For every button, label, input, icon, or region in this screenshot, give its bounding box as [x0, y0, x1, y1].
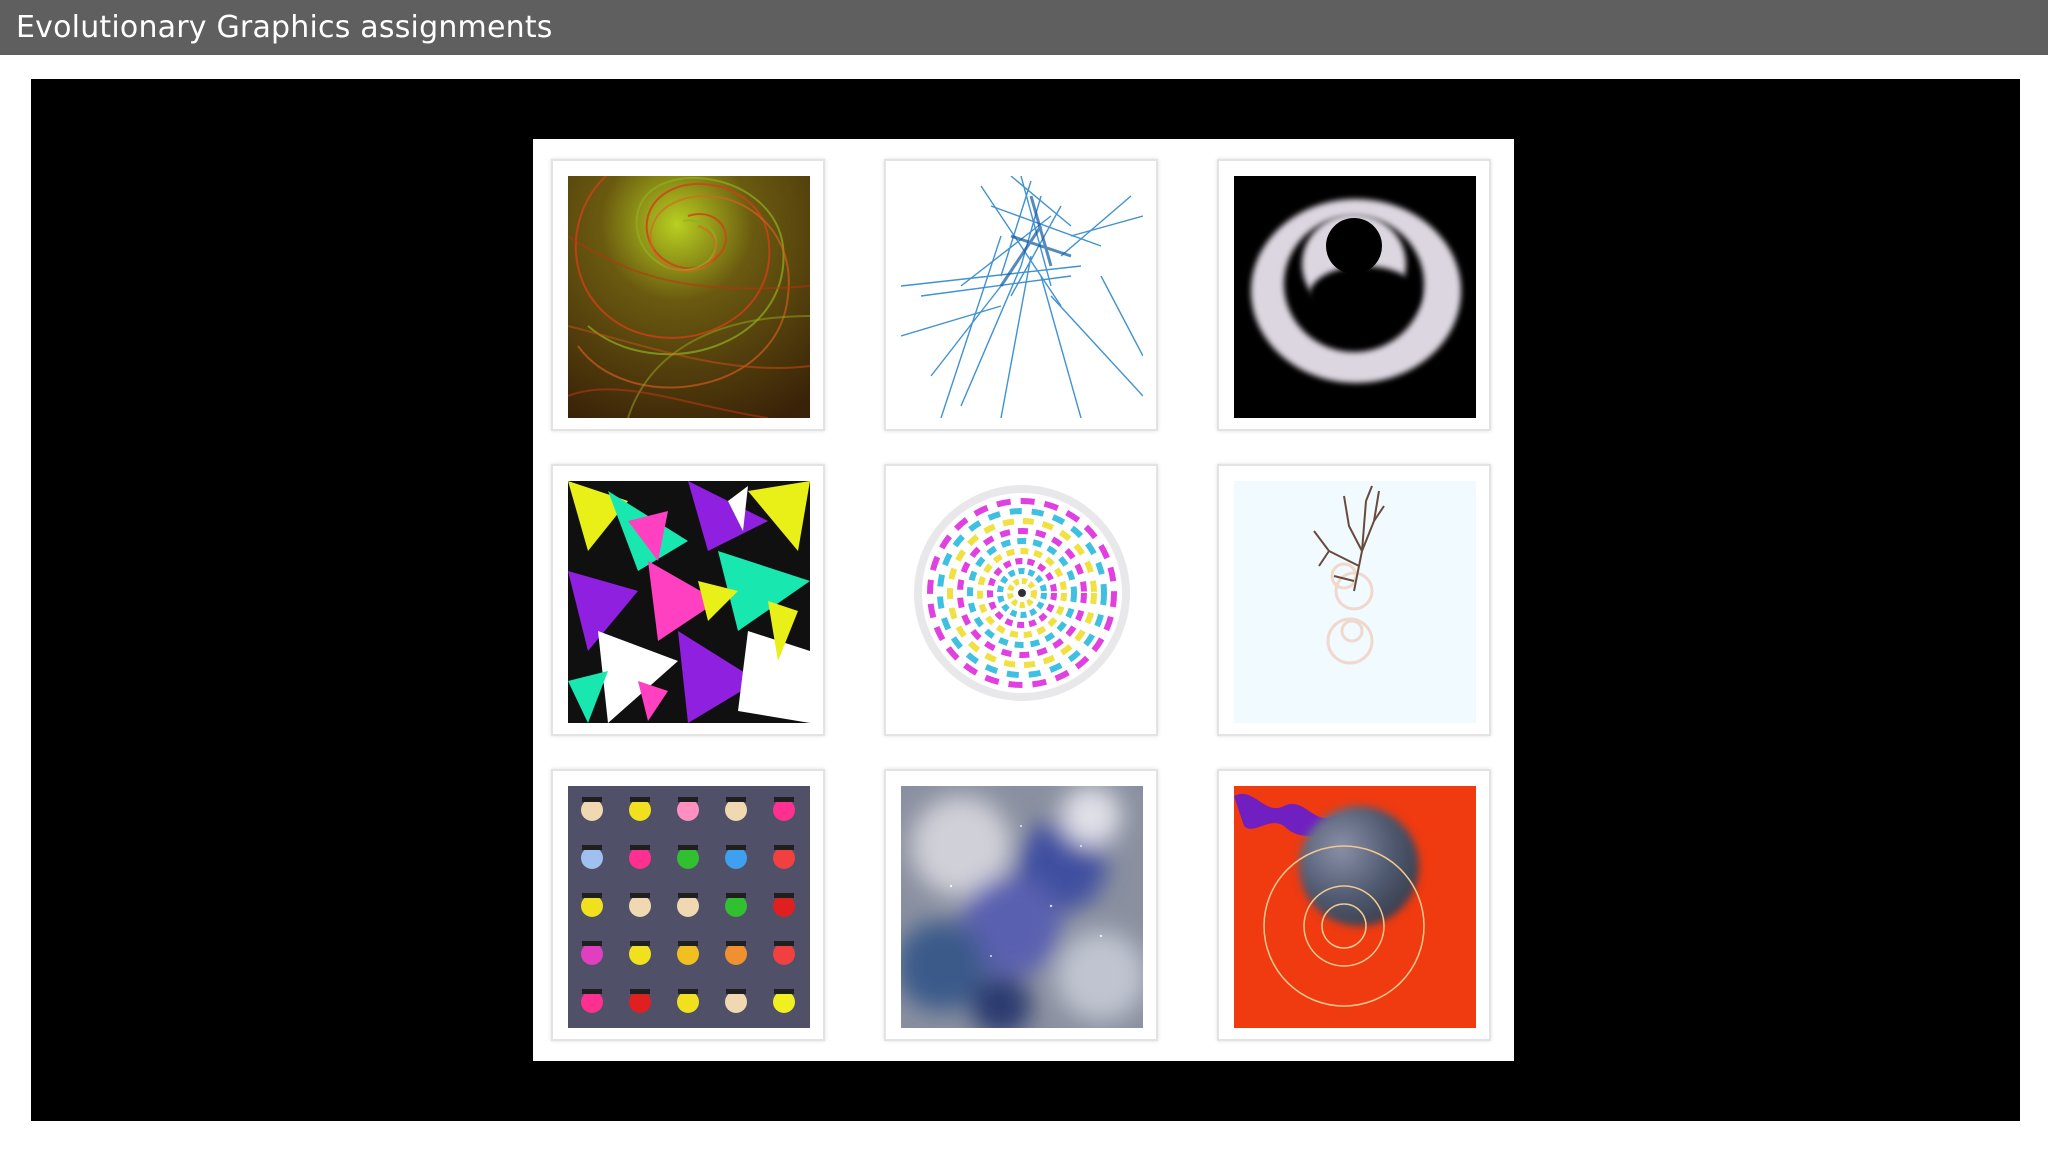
- slide-title: Evolutionary Graphics assignments: [16, 10, 553, 45]
- gallery-item-fuzzy-rings[interactable]: [1217, 159, 1491, 431]
- slide-canvas: [31, 79, 2020, 1121]
- blue-strokes-image: [901, 176, 1143, 418]
- gallery-item-blue-strokes[interactable]: [884, 159, 1158, 431]
- nebula-clouds-image: [901, 786, 1143, 1028]
- spiral-mesh-image: [568, 176, 810, 418]
- gallery-item-neon-shards[interactable]: [551, 464, 825, 736]
- gallery-board: [533, 139, 1514, 1061]
- neon-shards-image: [568, 481, 810, 723]
- gallery-item-rainbow-swirl[interactable]: [884, 464, 1158, 736]
- gallery-item-orange-orb[interactable]: [1217, 769, 1491, 1041]
- gallery-item-nebula-clouds[interactable]: [884, 769, 1158, 1041]
- gallery-item-bare-tree[interactable]: [1217, 464, 1491, 736]
- gallery-item-spiral-mesh[interactable]: [551, 159, 825, 431]
- fuzzy-rings-image: [1234, 176, 1476, 418]
- rainbow-swirl-image: [901, 481, 1143, 723]
- bare-tree-image: [1234, 481, 1476, 723]
- title-bar: Evolutionary Graphics assignments: [0, 0, 2048, 55]
- orange-orb-image: [1234, 786, 1476, 1028]
- colored-faces-image: [568, 786, 810, 1028]
- gallery-item-colored-faces[interactable]: [551, 769, 825, 1041]
